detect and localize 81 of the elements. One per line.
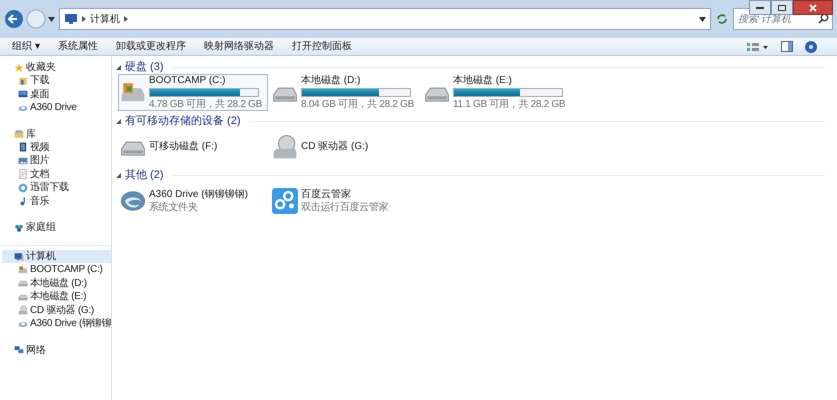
drive-tile[interactable]: 本地磁盘 (E:) 11.1 GB 可用，共 28.2 GB bbox=[422, 74, 572, 111]
drive-name: CD 驱动器 (G:) bbox=[301, 140, 368, 153]
toolbar-button[interactable]: 打开控制面板 bbox=[288, 39, 356, 54]
star-icon bbox=[14, 62, 24, 72]
address-bar[interactable]: 计算机 bbox=[59, 8, 711, 30]
toolbar-button[interactable]: 系统属性 bbox=[54, 39, 102, 54]
music-note-icon bbox=[18, 196, 28, 206]
monitor-icon bbox=[18, 89, 28, 100]
sidebar-item[interactable]: A360 Drive bbox=[2, 101, 111, 114]
drive-tile[interactable]: 可移动磁盘 (F:) bbox=[118, 128, 268, 165]
chevron-icon[interactable] bbox=[82, 16, 86, 22]
drive-name: 本地磁盘 (E:) bbox=[453, 74, 513, 87]
group-header[interactable]: 其他 (2) bbox=[125, 166, 164, 184]
collapse-icon[interactable] bbox=[116, 118, 121, 124]
computer-icon bbox=[14, 252, 24, 262]
computer-icon bbox=[64, 13, 78, 25]
preview-pane-icon[interactable] bbox=[781, 41, 793, 52]
drive-tile[interactable]: 百度云管家 双击运行百度云管家 bbox=[270, 182, 420, 219]
network-icon bbox=[14, 345, 24, 355]
toolbar-button[interactable]: 映射网络驱动器 bbox=[200, 39, 278, 54]
drive-name: 百度云管家 bbox=[301, 188, 352, 200]
sidebar-item[interactable]: 文档 bbox=[2, 168, 111, 181]
collapse-icon[interactable] bbox=[116, 172, 121, 178]
drive-icon bbox=[18, 278, 28, 288]
close-icon bbox=[809, 4, 817, 12]
group-header[interactable]: 硬盘 (3) bbox=[125, 58, 164, 76]
sidebar-item[interactable]: A360 Drive (钢铆铆 bbox=[2, 317, 111, 330]
minimize-button[interactable] bbox=[749, 0, 771, 15]
dropdown-icon[interactable] bbox=[48, 16, 55, 22]
sidebar-item[interactable]: 家庭组 bbox=[2, 221, 111, 234]
close-button[interactable] bbox=[793, 0, 833, 15]
help-icon[interactable] bbox=[805, 40, 817, 52]
drive-name: BOOTCAMP (C:) bbox=[149, 74, 226, 87]
document-icon bbox=[18, 169, 28, 180]
drive-info: 双击运行百度云管家 bbox=[301, 200, 388, 214]
drive-icon bbox=[18, 264, 28, 275]
sidebar-item[interactable]: 计算机 bbox=[2, 250, 111, 263]
cloud-app-icon bbox=[272, 188, 298, 214]
search-icon bbox=[818, 13, 829, 24]
sidebar-item[interactable]: 迅雷下载 bbox=[2, 181, 111, 194]
toolbar-button[interactable]: 卸载或更改程序 bbox=[112, 39, 190, 54]
folder-icon bbox=[14, 129, 24, 139]
sidebar-item[interactable]: BOOTCAMP (C:) bbox=[2, 263, 111, 276]
maximize-button[interactable] bbox=[771, 0, 793, 15]
dropdown-icon[interactable] bbox=[699, 16, 706, 22]
group-header[interactable]: 有可移动存储的设备 (2) bbox=[125, 112, 240, 130]
cd-drive-icon bbox=[18, 305, 28, 316]
drive-name: 本地磁盘 (D:) bbox=[301, 74, 362, 87]
drive-tile[interactable]: BOOTCAMP (C:) 4.78 GB 可用，共 28.2 GB bbox=[118, 74, 268, 111]
drive-tile[interactable]: 本地磁盘 (D:) 8.04 GB 可用，共 28.2 GB bbox=[270, 74, 420, 111]
drive-name: 可移动磁盘 (F:) bbox=[149, 140, 218, 153]
breadcrumb-item[interactable]: 计算机 bbox=[90, 12, 120, 26]
sidebar-item[interactable]: 本地磁盘 (D:) bbox=[2, 276, 111, 290]
sidebar-item[interactable]: 下载 bbox=[2, 74, 111, 88]
view-options-icon[interactable] bbox=[747, 42, 769, 52]
drive-info: 11.1 GB 可用，共 28.2 GB bbox=[453, 98, 566, 111]
chevron-icon[interactable] bbox=[124, 16, 128, 22]
refresh-icon[interactable] bbox=[715, 12, 729, 26]
drive-tile[interactable]: CD 驱动器 (G:) bbox=[270, 128, 420, 165]
sidebar-item[interactable]: CD 驱动器 (G:) bbox=[2, 304, 111, 317]
drive-name: A360 Drive (钢铆铆钢) bbox=[149, 188, 248, 200]
drive-info: 系统文件夹 bbox=[149, 200, 199, 214]
sidebar-item[interactable]: 收藏夹 bbox=[2, 61, 111, 74]
sidebar-item[interactable]: 网络 bbox=[2, 344, 111, 356]
sidebar-item[interactable]: 桌面 bbox=[2, 88, 111, 101]
sidebar-item[interactable]: 视频 bbox=[2, 140, 111, 154]
back-icon[interactable] bbox=[4, 9, 24, 29]
picture-icon bbox=[18, 156, 28, 166]
sidebar-item[interactable]: 本地磁盘 (E:) bbox=[2, 290, 111, 304]
sidebar-item[interactable]: 音乐 bbox=[2, 194, 111, 208]
drive-info: 4.78 GB 可用，共 28.2 GB bbox=[149, 98, 262, 111]
drive-info: 8.04 GB 可用，共 28.2 GB bbox=[301, 98, 414, 111]
collapse-icon[interactable] bbox=[116, 64, 121, 70]
cd-drive-icon bbox=[272, 134, 298, 160]
sidebar-item[interactable]: 库 bbox=[2, 128, 111, 140]
folder-icon bbox=[18, 76, 28, 86]
film-icon bbox=[18, 142, 28, 152]
toolbar-button[interactable]: 组织 ▾ bbox=[8, 39, 44, 54]
sidebar-item[interactable]: 图片 bbox=[2, 154, 111, 168]
drive-tile[interactable]: A360 Drive (钢铆铆钢) 系统文件夹 bbox=[118, 182, 268, 219]
homegroup-icon bbox=[14, 222, 24, 232]
